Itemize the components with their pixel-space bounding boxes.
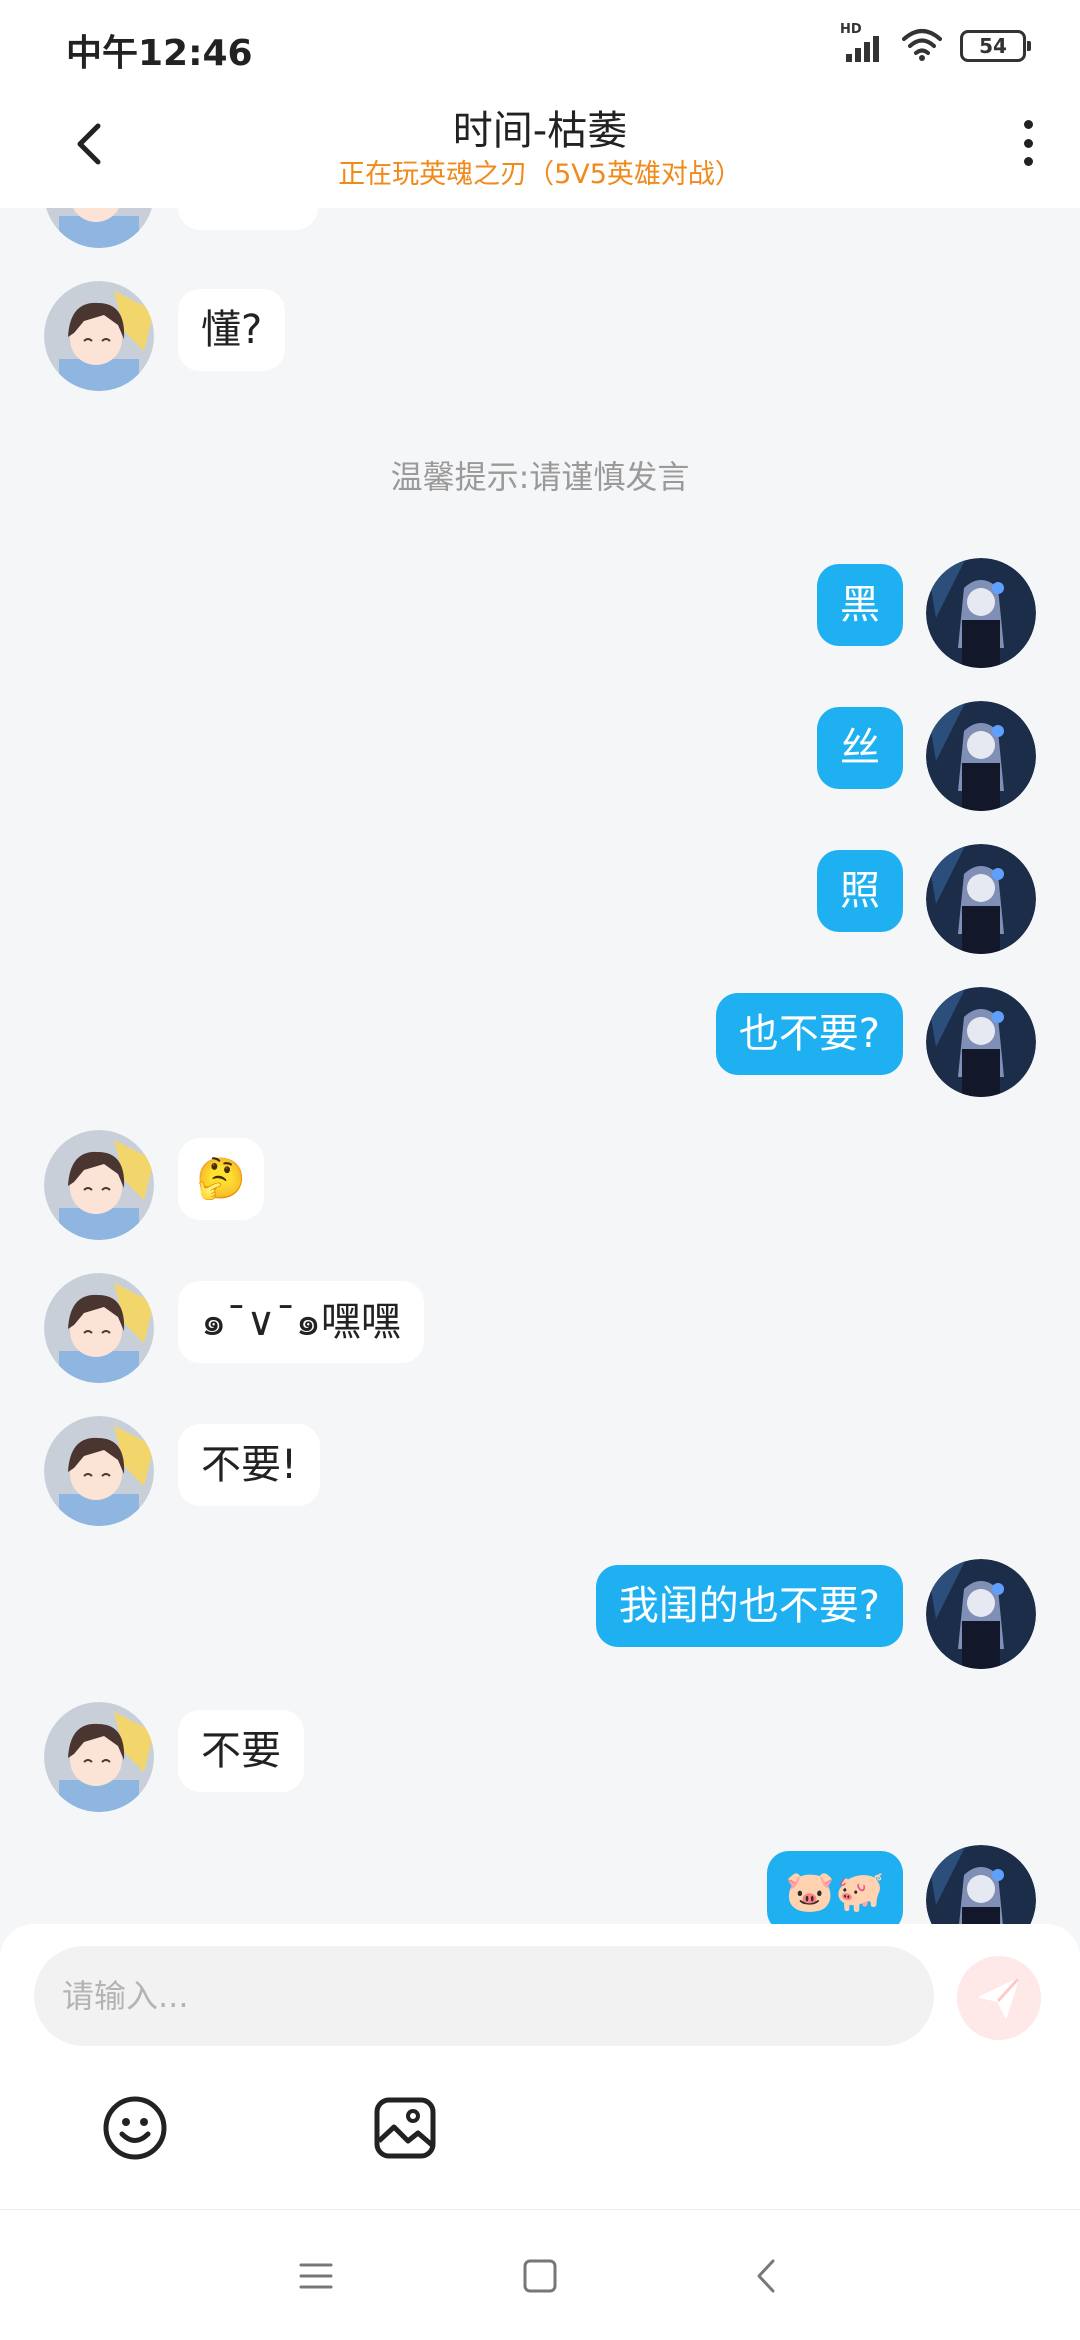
message-row: 不要	[0, 1702, 1080, 1812]
chat-message-list[interactable]: 懂? 温馨提示:请谨慎发言 黑 丝 照 也不要? 🤔 ๑¯∨¯๑嘿嘿 不要! 我…	[0, 208, 1080, 1924]
message-bubble[interactable]: 照	[817, 850, 903, 932]
message-row: ๑¯∨¯๑嘿嘿	[0, 1273, 1080, 1383]
my-avatar[interactable]	[926, 701, 1036, 811]
message-row: 🐷🐖	[0, 1845, 1080, 1924]
chat-title: 时间-枯萎	[452, 108, 628, 154]
message-bubble[interactable]: 我闺的也不要?	[595, 1565, 903, 1647]
smiley-icon	[103, 2096, 167, 2160]
send-button[interactable]	[957, 1956, 1041, 2040]
image-button[interactable]	[365, 2088, 445, 2168]
message-bubble[interactable]: 丝	[817, 707, 903, 789]
image-icon	[374, 2097, 436, 2159]
message-bubble[interactable]: 🤔	[178, 1138, 264, 1220]
message-row: 也不要?	[0, 987, 1080, 1097]
my-avatar[interactable]	[926, 844, 1036, 954]
my-avatar[interactable]	[926, 1845, 1036, 1924]
message-row: 丝	[0, 701, 1080, 811]
system-back-button[interactable]	[736, 2246, 796, 2306]
signal-icon: HD	[840, 22, 884, 66]
system-navigation-bar	[0, 2210, 1080, 2340]
contact-avatar[interactable]	[44, 1273, 154, 1383]
input-panel	[0, 1924, 1080, 2210]
battery-level: 54	[979, 34, 1007, 58]
message-bubble[interactable]: 黑	[817, 564, 903, 646]
battery-icon: 54	[960, 30, 1031, 62]
message-row-partial	[0, 208, 1080, 248]
message-row: 懂?	[0, 281, 1080, 391]
chat-subtitle: 正在玩英魂之刃（5V5英雄对战）	[338, 159, 742, 190]
status-time: 中午12:46	[66, 33, 253, 74]
message-row: 照	[0, 844, 1080, 954]
network-label: HD	[840, 22, 862, 37]
emoji-button[interactable]	[95, 2088, 175, 2168]
system-tip: 温馨提示:请谨慎发言	[390, 458, 690, 496]
message-row: 🤔	[0, 1130, 1080, 1240]
contact-avatar[interactable]	[44, 281, 154, 391]
message-row: 黑	[0, 558, 1080, 668]
more-options-button[interactable]	[1016, 116, 1040, 170]
more-vertical-icon	[1023, 120, 1033, 129]
message-row: 不要!	[0, 1416, 1080, 1526]
home-square-icon	[523, 2259, 557, 2293]
my-avatar[interactable]	[926, 1559, 1036, 1669]
message-row: 我闺的也不要?	[0, 1559, 1080, 1669]
my-avatar[interactable]	[926, 987, 1036, 1097]
home-button[interactable]	[510, 2246, 570, 2306]
contact-avatar[interactable]	[44, 1130, 154, 1240]
message-bubble[interactable]: 🐷🐖	[767, 1851, 903, 1924]
message-input[interactable]	[34, 1946, 934, 2046]
back-icon	[757, 2259, 775, 2293]
send-icon	[979, 1977, 1020, 2018]
contact-avatar[interactable]	[44, 1416, 154, 1526]
menu-icon	[299, 2263, 333, 2289]
my-avatar[interactable]	[926, 558, 1036, 668]
message-bubble[interactable]: 不要	[178, 1710, 304, 1792]
status-icons: HD 54	[840, 22, 1031, 66]
message-bubble[interactable]: 也不要?	[715, 993, 903, 1075]
message-bubble[interactable]: 不要!	[178, 1424, 321, 1506]
status-bar: 中午12:46 HD 54	[0, 0, 1080, 90]
menu-button[interactable]	[286, 2246, 346, 2306]
chat-header: 时间-枯萎 正在玩英魂之刃（5V5英雄对战）	[0, 90, 1080, 208]
message-bubble[interactable]: ๑¯∨¯๑嘿嘿	[178, 1281, 425, 1363]
message-bubble[interactable]: 懂?	[178, 289, 286, 371]
contact-avatar[interactable]	[44, 208, 154, 248]
message-bubble-partial[interactable]	[178, 208, 318, 230]
wifi-icon	[902, 27, 942, 65]
contact-avatar[interactable]	[44, 1702, 154, 1812]
